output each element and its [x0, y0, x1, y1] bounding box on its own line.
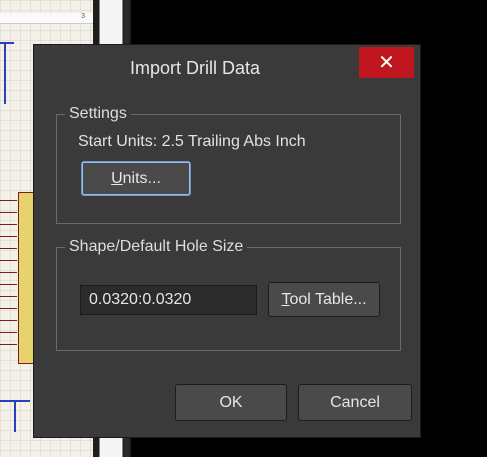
component-pin	[0, 320, 17, 321]
component-pin	[0, 308, 17, 309]
hole-size-field[interactable]: 0.0320:0.0320	[80, 285, 257, 315]
ok-button[interactable]: OK	[175, 384, 287, 421]
settings-group: Settings Start Units: 2.5 Trailing Abs I…	[56, 105, 401, 224]
import-drill-dialog: Import Drill Data ✕ Settings Start Units…	[33, 44, 421, 438]
close-icon: ✕	[378, 50, 395, 74]
component-pin	[0, 260, 17, 261]
units-button-mnemonic: U	[111, 170, 123, 187]
sheet-header-bar: 3	[0, 13, 93, 24]
dialog-titlebar[interactable]: Import Drill Data ✕	[34, 45, 420, 88]
tool-table-button[interactable]: Tool Table...	[268, 282, 380, 317]
schematic-wire	[4, 44, 6, 104]
component-pin	[0, 200, 17, 201]
units-button-label: nits...	[122, 170, 161, 187]
sheet-number: 3	[81, 13, 85, 20]
schematic-wire	[14, 402, 16, 432]
shape-group-label: Shape/Default Hole Size	[65, 238, 248, 256]
component-pin	[0, 284, 17, 285]
start-units-text: Start Units: 2.5 Trailing Abs Inch	[78, 133, 306, 150]
component-pin	[0, 236, 17, 237]
component-pin	[0, 212, 17, 213]
tool-table-label: ool Table...	[289, 291, 367, 308]
close-button[interactable]: ✕	[359, 47, 414, 78]
component-pin	[0, 344, 17, 345]
cancel-button[interactable]: Cancel	[298, 384, 412, 421]
component-pin	[0, 248, 17, 249]
component-pin	[0, 224, 17, 225]
component-pin	[0, 296, 17, 297]
dialog-title: Import Drill Data	[129, 58, 261, 78]
component-pin	[0, 272, 17, 273]
units-button[interactable]: Units...	[81, 161, 191, 196]
component-pin	[0, 332, 17, 333]
schematic-wire	[0, 42, 14, 44]
shape-group: Shape/Default Hole Size 0.0320:0.0320 To…	[56, 238, 401, 351]
settings-group-label: Settings	[65, 105, 131, 123]
